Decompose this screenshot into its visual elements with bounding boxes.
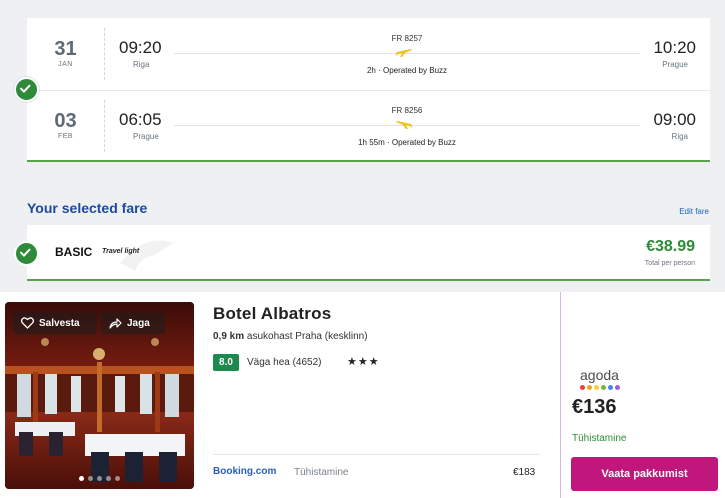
outbound-date-month: JAN	[58, 61, 73, 68]
return-arrival-time: 09:00	[653, 110, 696, 129]
check-circle-icon	[14, 77, 39, 102]
return-date-day: 03	[54, 110, 77, 132]
share-label: Jaga	[127, 317, 150, 329]
deal-cancellation: Tühistamine	[572, 433, 627, 444]
outbound-arrival-city: Prague	[662, 60, 688, 69]
logo-dot	[580, 385, 585, 390]
flight-leg-outbound[interactable]: 31 JAN 09:20 Riga FR 8257 2h · Operated …	[27, 18, 710, 90]
share-button[interactable]: Jaga	[101, 312, 165, 334]
return-departure-time: 06:05	[119, 110, 162, 129]
logo-dot	[608, 385, 613, 390]
flight-leg-return[interactable]: 03 FEB 06:05 Prague FR 8256 1h 55m · Ope…	[27, 90, 710, 162]
hotel-name[interactable]: Botel Albatros	[213, 304, 331, 324]
outbound-arrival-time: 10:20	[653, 38, 696, 57]
best-deal-panel: agoda €136 Tühistamine Vaata pakkumist	[560, 292, 725, 498]
save-label: Salvesta	[39, 317, 80, 329]
distance-value: 0,9 km	[213, 331, 245, 342]
logo-dot	[594, 385, 599, 390]
date-separator	[104, 28, 105, 80]
carousel-dot[interactable]	[88, 476, 93, 481]
rating-badge: 8.0	[213, 354, 239, 371]
fare-price: €38.99	[646, 238, 695, 255]
plane-icon	[396, 121, 413, 129]
star-rating: ★★★	[347, 356, 380, 368]
logo-dot	[601, 385, 606, 390]
plane-icon	[395, 49, 412, 57]
outbound-departure-time: 09:20	[119, 38, 162, 57]
view-deal-button[interactable]: Vaata pakkumist	[571, 457, 718, 491]
provider-name[interactable]: Booking.com	[213, 466, 276, 477]
photo-carousel-dots[interactable]	[5, 476, 194, 481]
agoda-logo-dots	[580, 385, 620, 390]
date-separator	[104, 100, 105, 152]
carousel-dot[interactable]	[97, 476, 102, 481]
return-flight-number: FR 8256	[391, 106, 423, 115]
hotel-distance: 0,9 km asukohast Praha (kesklinn)	[213, 331, 368, 342]
return-arrival-city: Riga	[671, 132, 688, 141]
return-departure-city: Prague	[133, 132, 159, 141]
outbound-flight-number: FR 8257	[391, 34, 423, 43]
fare-price-note: Total per person	[644, 260, 695, 267]
outbound-date-day: 31	[54, 38, 77, 60]
rating-text: Väga hea (4652)	[247, 357, 322, 368]
save-button[interactable]: Salvesta	[13, 312, 97, 334]
fare-tagline: Travel light	[102, 248, 140, 255]
agoda-logo: agoda	[580, 367, 619, 383]
outbound-duration-operator: 2h · Operated by Buzz	[366, 66, 448, 75]
hotel-result-card[interactable]: Salvesta Jaga Botel Albatros 0,9 km asuk…	[0, 292, 725, 498]
hotel-photo[interactable]: Salvesta Jaga	[5, 302, 194, 489]
logo-dot	[587, 385, 592, 390]
share-icon	[109, 318, 122, 329]
check-circle-icon	[14, 241, 39, 266]
outbound-departure-city: Riga	[133, 60, 150, 69]
deal-price: €136	[572, 396, 617, 418]
provider-price[interactable]: €183	[513, 467, 535, 478]
heart-icon	[21, 317, 34, 329]
selected-fare-card[interactable]: BASIC Travel light €38.99 Total per pers…	[27, 225, 710, 281]
return-duration-operator: 1h 55m · Operated by Buzz	[358, 138, 456, 147]
provider-cancellation: Tühistamine	[294, 467, 349, 478]
distance-description: asukohast Praha (kesklinn)	[244, 331, 368, 342]
carousel-dot[interactable]	[106, 476, 111, 481]
selected-fare-heading: Your selected fare	[27, 200, 148, 216]
divider	[213, 454, 540, 455]
return-date-month: FEB	[57, 133, 74, 140]
flight-itinerary-card: 31 JAN 09:20 Riga FR 8257 2h · Operated …	[27, 18, 710, 162]
carousel-dot[interactable]	[79, 476, 84, 481]
edit-fare-link[interactable]: Edit fare	[679, 207, 709, 216]
fare-name: BASIC	[55, 245, 93, 259]
logo-dot	[615, 385, 620, 390]
carousel-dot[interactable]	[115, 476, 120, 481]
